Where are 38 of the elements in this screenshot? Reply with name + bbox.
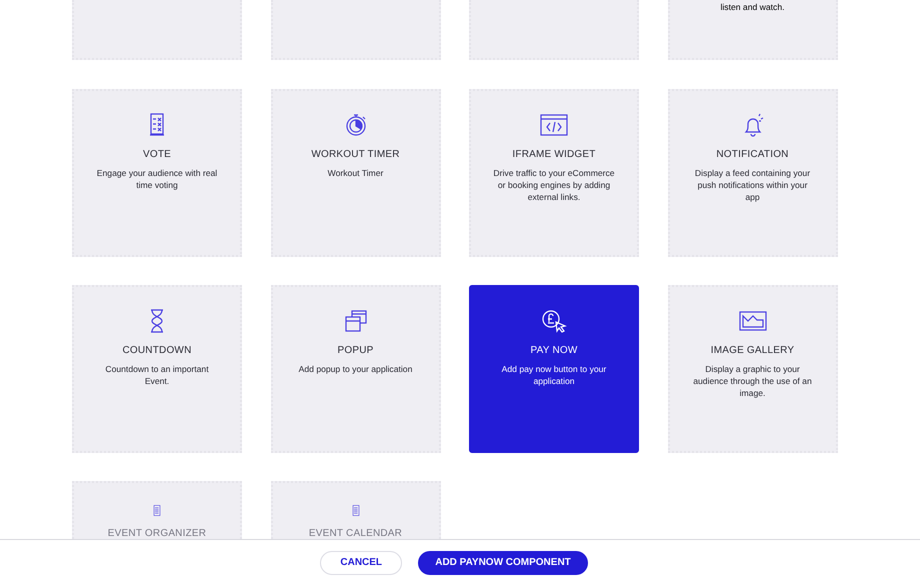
card-description: Add popup to your application [298,363,412,375]
card-description: Display a graphic to your audience through the use of an image. [692,363,813,399]
code-window-icon [540,113,568,137]
card-title: NOTIFICATION [716,149,789,160]
card-title: VOTE [142,149,172,160]
component-card[interactable]: listen and watch. [668,0,838,60]
component-card[interactable]: IMAGE GALLERY Display a graphic to your audience through the use of an image. [668,285,838,453]
component-card[interactable]: POPUP Add popup to your application [270,285,440,453]
card-title: EVENT ORGANIZER [108,528,206,539]
pound-cursor-icon [540,309,568,333]
card-description: Countdown to an important Event. [104,363,210,387]
card-title: WORKOUT TIMER [311,149,400,160]
card-description: Drive traffic to your eCommerce or booking engines by adding external links. [492,167,616,203]
component-card[interactable]: EVENT ORGANIZER [72,481,242,539]
component-card[interactable]: NOTIFICATION Display a feed containing your push notifications within your app [668,89,838,257]
card-title: EVENT CALENDAR [308,528,402,539]
component-card[interactable]: COUNTDOWN Countdown to an important Event. [72,285,242,453]
card-description: listen and watch. [720,1,784,14]
card-description: Engage your audience with real time voting [96,167,218,191]
component-card[interactable] [469,0,639,60]
card-description: Add pay now button to your application [500,363,608,387]
image-frame-icon [738,309,766,333]
card-title: IFRAME WIDGET [512,149,596,160]
card-title: POPUP [337,345,374,356]
card-description: Display a feed containing your push notifications within your app [694,167,812,203]
component-card[interactable] [270,0,440,60]
card-title: IMAGE GALLERY [710,345,794,356]
cancel-button[interactable]: CANCEL [320,550,402,574]
component-card[interactable]: WORKOUT TIMER Workout Timer [270,89,440,257]
card-title: COUNTDOWN [122,345,192,356]
component-card[interactable]: PAY NOW Add pay now button to your application [469,285,639,453]
component-card[interactable]: VOTE Engage your audience with real time voting [72,89,242,257]
add-component-button[interactable]: ADD PAYNOW COMPONENT [418,550,588,574]
component-card[interactable]: IFRAME WIDGET Drive traffic to your eCommerce or booking engines by adding external links. [469,89,639,257]
card-description: Workout Timer [328,167,384,179]
component-card[interactable]: EVENT CALENDAR [270,481,440,539]
card-title: PAY NOW [530,345,578,356]
component-card[interactable] [72,0,242,60]
